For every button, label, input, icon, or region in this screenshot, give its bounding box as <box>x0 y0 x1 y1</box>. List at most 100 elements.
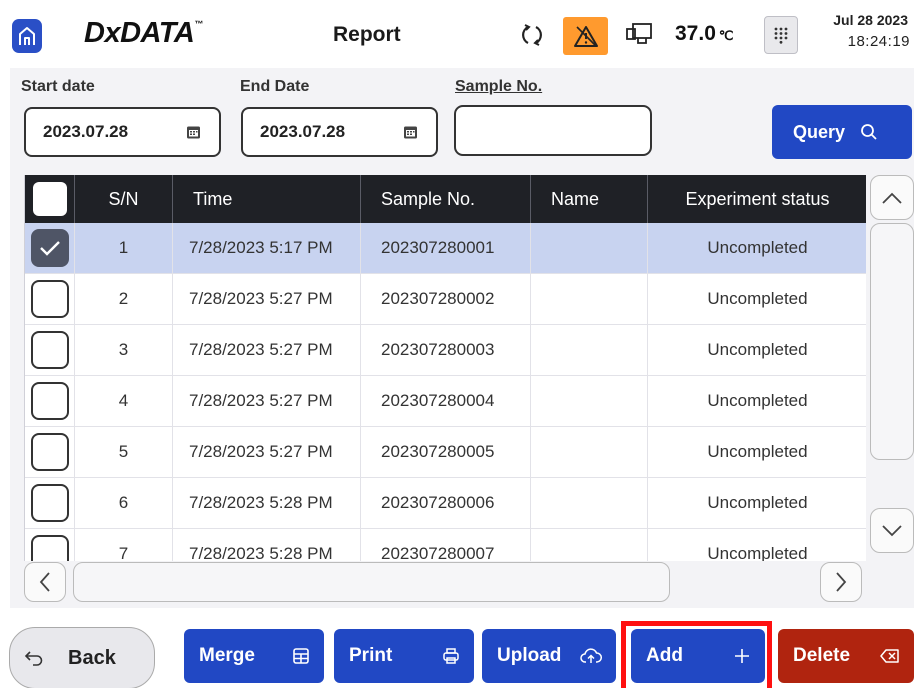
cell-sample-no: 202307280007 <box>361 529 531 561</box>
backspace-icon <box>880 649 899 663</box>
merge-label: Merge <box>199 645 255 666</box>
logo-tm: ™ <box>194 19 203 29</box>
row-checkbox[interactable] <box>30 280 69 318</box>
add-button-highlight <box>621 621 772 688</box>
header-select-all <box>25 175 75 223</box>
delete-label: Delete <box>793 645 851 666</box>
cell-name <box>531 529 648 561</box>
horizontal-scroll-thumb[interactable] <box>73 562 670 602</box>
row-checkbox[interactable] <box>30 229 69 267</box>
sync-icon[interactable] <box>519 22 545 48</box>
scroll-down-button[interactable] <box>870 508 914 553</box>
keypad-button[interactable] <box>764 16 798 54</box>
cell-time: 7/28/2023 5:27 PM <box>173 274 361 324</box>
row-checkbox[interactable] <box>30 484 69 522</box>
cell-sn: 7 <box>75 529 173 561</box>
table-row[interactable]: 7 7/28/2023 5:28 PM 202307280007 Uncompl… <box>25 529 866 561</box>
home-button[interactable] <box>12 19 42 53</box>
end-date-field[interactable]: 2023.07.28 <box>241 107 438 157</box>
table-row[interactable]: 5 7/28/2023 5:27 PM 202307280005 Uncompl… <box>25 427 866 478</box>
print-icon <box>443 648 459 664</box>
page-title: Report <box>333 23 401 46</box>
cell-sample-no: 202307280003 <box>361 325 531 375</box>
cell-time: 7/28/2023 5:28 PM <box>173 478 361 528</box>
app-logo: DxDATA™ <box>84 17 203 50</box>
print-label: Print <box>349 645 393 666</box>
check-icon <box>39 241 60 256</box>
sample-no-input[interactable] <box>454 105 652 156</box>
merge-button[interactable]: Merge <box>184 629 324 683</box>
row-checkbox-cell <box>25 529 75 561</box>
table-row[interactable]: 3 7/28/2023 5:27 PM 202307280003 Uncompl… <box>25 325 866 376</box>
cell-time: 7/28/2023 5:17 PM <box>173 223 361 273</box>
alarm-button[interactable] <box>563 17 608 55</box>
start-date-field[interactable]: 2023.07.28 <box>24 107 221 157</box>
upload-button[interactable]: Upload <box>482 629 616 683</box>
table-header: S/N Time Sample No. Name Experiment stat… <box>25 175 866 223</box>
upload-label: Upload <box>497 645 562 666</box>
scroll-left-button[interactable] <box>24 562 66 602</box>
cell-sn: 6 <box>75 478 173 528</box>
header-date: Jul 28 2023 <box>833 12 908 28</box>
row-checkbox-cell <box>25 223 75 273</box>
device-icon <box>626 23 652 44</box>
row-checkbox-cell <box>25 376 75 426</box>
print-button[interactable]: Print <box>334 629 474 683</box>
cell-sample-no: 202307280004 <box>361 376 531 426</box>
table-row[interactable]: 4 7/28/2023 5:27 PM 202307280004 Uncompl… <box>25 376 866 427</box>
cell-status: Uncompleted <box>707 544 808 561</box>
footer-toolbar: Back Merge Print Upload Add Delete <box>0 608 914 688</box>
cell-status: Uncompleted <box>707 442 808 461</box>
cell-sn: 4 <box>75 376 173 426</box>
end-date-value: 2023.07.28 <box>260 122 346 141</box>
cloud-upload-icon <box>580 648 602 663</box>
cell-name <box>531 223 648 273</box>
start-date-value: 2023.07.28 <box>43 122 129 141</box>
scroll-up-button[interactable] <box>870 175 914 220</box>
cell-name <box>531 274 648 324</box>
cell-sample-no: 202307280002 <box>361 274 531 324</box>
row-checkbox[interactable] <box>30 331 69 369</box>
header-bar: DxDATA™ Report 37.0 ℃ Jul 28 2023 18:24:… <box>0 0 914 68</box>
cell-name <box>531 376 648 426</box>
cell-sn: 3 <box>75 325 173 375</box>
row-checkbox-cell <box>25 427 75 477</box>
vertical-scroll-thumb[interactable] <box>870 223 914 460</box>
delete-button[interactable]: Delete <box>778 629 914 683</box>
start-date-label: Start date <box>21 78 95 95</box>
row-checkbox[interactable] <box>30 433 69 471</box>
cell-name <box>531 325 648 375</box>
row-checkbox-cell <box>25 478 75 528</box>
column-header-name: Name <box>531 175 648 223</box>
table-row[interactable]: 6 7/28/2023 5:28 PM 202307280006 Uncompl… <box>25 478 866 529</box>
table-row[interactable]: 2 7/28/2023 5:27 PM 202307280002 Uncompl… <box>25 274 866 325</box>
table-row[interactable]: 1 7/28/2023 5:17 PM 202307280001 Uncompl… <box>25 223 866 274</box>
warning-icon <box>573 26 598 47</box>
header-time: 18:24:19 <box>847 33 910 50</box>
column-header-status: Experiment status <box>685 188 830 209</box>
scroll-right-button[interactable] <box>820 562 862 602</box>
column-header-sn: S/N <box>75 175 173 223</box>
keypad-icon <box>774 27 788 44</box>
temperature-unit: ℃ <box>718 28 734 43</box>
row-checkbox[interactable] <box>30 535 69 561</box>
home-icon <box>19 27 35 45</box>
report-table: S/N Time Sample No. Name Experiment stat… <box>24 175 866 561</box>
cell-sn: 1 <box>75 223 173 273</box>
select-all-checkbox[interactable] <box>32 182 67 216</box>
row-checkbox[interactable] <box>30 382 69 420</box>
cell-time: 7/28/2023 5:27 PM <box>173 376 361 426</box>
cell-sample-no: 202307280001 <box>361 223 531 273</box>
column-header-sample-no: Sample No. <box>361 175 531 223</box>
back-button[interactable]: Back <box>9 627 155 688</box>
back-arrow-icon <box>24 651 43 666</box>
query-button[interactable]: Query <box>772 105 912 159</box>
chevron-right-icon <box>836 572 847 592</box>
chevron-down-icon <box>882 524 902 536</box>
merge-icon <box>293 648 309 664</box>
row-checkbox-cell <box>25 274 75 324</box>
cell-name <box>531 427 648 477</box>
calendar-icon <box>404 126 417 139</box>
search-icon <box>861 124 877 140</box>
row-checkbox-cell <box>25 325 75 375</box>
